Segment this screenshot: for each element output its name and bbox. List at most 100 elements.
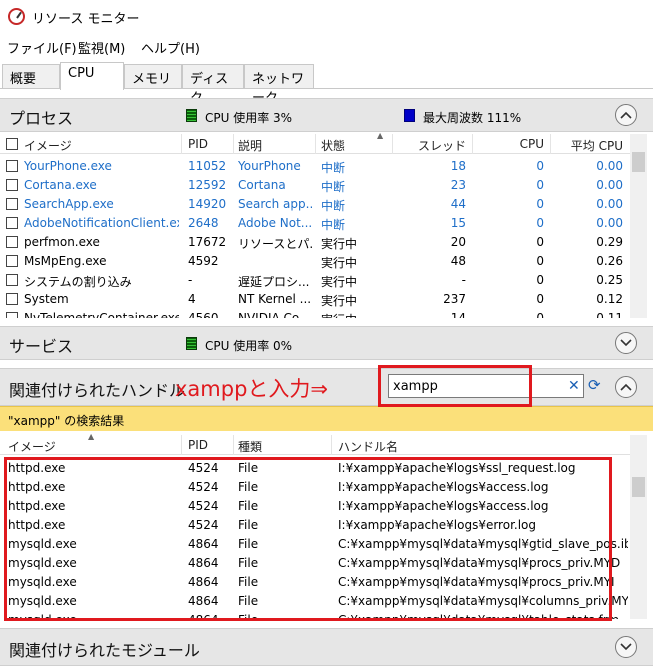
annotation-results-highlight bbox=[4, 457, 612, 621]
cell-threads: 237 bbox=[443, 292, 466, 306]
process-section-title: プロセス bbox=[9, 109, 74, 128]
row-checkbox[interactable] bbox=[6, 274, 18, 286]
menu-file[interactable]: ファイル(F) bbox=[7, 38, 77, 57]
row-checkbox[interactable] bbox=[6, 160, 18, 172]
handles-scrollbar[interactable] bbox=[630, 435, 647, 619]
process-scrollbar[interactable] bbox=[630, 134, 647, 318]
cell-image: MsMpEng.exe bbox=[24, 254, 107, 268]
menu-monitor[interactable]: 監視(M) bbox=[78, 38, 125, 57]
title-bar: リソース モニター bbox=[0, 0, 653, 32]
cell-image: perfmon.exe bbox=[24, 235, 100, 249]
chevron-down-icon[interactable] bbox=[615, 636, 637, 658]
cell-cpu: 0 bbox=[536, 197, 544, 211]
table-row[interactable]: YourPhone.exe 11052 YourPhone 中断 18 0 0.00 bbox=[0, 157, 630, 176]
col-cpu[interactable]: CPU bbox=[478, 137, 544, 151]
col-desc[interactable]: 説明 bbox=[238, 137, 262, 154]
col-separator bbox=[233, 435, 234, 455]
cell-status: 実行中 bbox=[321, 275, 358, 289]
cell-cpu: 0 bbox=[536, 235, 544, 249]
cell-cpu: 0 bbox=[536, 216, 544, 230]
cell-threads: 44 bbox=[450, 197, 466, 211]
cell-image: System bbox=[24, 292, 69, 306]
chevron-down-icon[interactable] bbox=[615, 332, 637, 354]
table-row[interactable]: SearchApp.exe 14920 Search app... 中断 44 0 0.00 bbox=[0, 195, 630, 214]
cell-status: 中断 bbox=[321, 180, 346, 194]
cell-avg: 0.11 bbox=[596, 311, 623, 318]
process-max-frequency: 最大周波数 111% bbox=[423, 111, 522, 125]
modules-section-header[interactable]: 関連付けられたモジュール bbox=[0, 628, 653, 666]
cell-desc: Adobe Not... bbox=[238, 216, 312, 230]
col-handle-pid[interactable]: PID bbox=[188, 438, 208, 452]
cpu-usage-swatch-icon bbox=[186, 337, 197, 350]
table-row[interactable]: AdobeNotificationClient.exe 2648 Adobe Not… bbox=[0, 214, 630, 233]
chevron-up-icon[interactable] bbox=[615, 376, 637, 398]
col-handle-type[interactable]: 種類 bbox=[238, 438, 262, 455]
cell-pid: 14920 bbox=[188, 197, 227, 211]
cell-threads: - bbox=[461, 273, 466, 287]
tab-cpu[interactable]: CPU bbox=[60, 62, 124, 90]
table-row[interactable]: システムの割り込み - 遅延プロシ... 実行中 - 0 0.25 bbox=[0, 271, 630, 290]
handles-scroll-thumb[interactable] bbox=[632, 477, 645, 497]
services-section-header[interactable]: サービス CPU 使用率 0% bbox=[0, 326, 653, 360]
select-all-checkbox[interactable] bbox=[6, 138, 18, 150]
cell-avg: 0.00 bbox=[596, 159, 623, 173]
cell-desc: リソースとパ... bbox=[238, 237, 312, 251]
col-status[interactable]: 状態 bbox=[321, 137, 345, 154]
col-separator bbox=[331, 435, 332, 455]
cell-image: システムの割り込み bbox=[24, 275, 132, 289]
row-checkbox[interactable] bbox=[6, 179, 18, 191]
table-row[interactable]: perfmon.exe 17672 リソースとパ... 実行中 20 0 0.29 bbox=[0, 233, 630, 252]
sort-asc-icon: ▲ bbox=[88, 432, 95, 441]
cell-desc: 遅延プロシ... bbox=[238, 275, 310, 289]
clear-search-icon[interactable]: ✕ bbox=[568, 378, 580, 394]
row-checkbox[interactable] bbox=[6, 312, 18, 318]
row-checkbox[interactable] bbox=[6, 293, 18, 305]
cell-cpu: 0 bbox=[536, 311, 544, 318]
cell-desc: YourPhone bbox=[238, 159, 301, 173]
col-handle-image[interactable]: イメージ bbox=[8, 438, 56, 455]
cell-status: 中断 bbox=[321, 218, 346, 232]
menu-help[interactable]: ヘルプ(H) bbox=[141, 38, 200, 57]
col-image[interactable]: イメージ bbox=[24, 137, 72, 154]
process-section-header[interactable]: プロセス CPU 使用率 3% 最大周波数 111% bbox=[0, 98, 653, 132]
row-checkbox[interactable] bbox=[6, 198, 18, 210]
tab-network[interactable]: ネットワーク bbox=[244, 64, 314, 106]
col-threads[interactable]: スレッド bbox=[400, 137, 466, 154]
refresh-icon[interactable]: ⟳ bbox=[588, 376, 601, 394]
tab-memory[interactable]: メモリ bbox=[124, 64, 182, 88]
col-avg-cpu[interactable]: 平均 CPU bbox=[556, 137, 623, 154]
table-row[interactable]: System 4 NT Kernel ... 実行中 237 0 0.12 bbox=[0, 290, 630, 309]
tab-overview[interactable]: 概要 bbox=[2, 64, 60, 88]
tab-disk[interactable]: ディスク bbox=[182, 64, 244, 106]
table-row[interactable]: Cortana.exe 12592 Cortana 中断 23 0 0.00 bbox=[0, 176, 630, 195]
row-checkbox[interactable] bbox=[6, 236, 18, 248]
col-separator bbox=[472, 134, 473, 154]
modules-section-title: 関連付けられたモジュール bbox=[9, 641, 200, 660]
col-handle-name[interactable]: ハンドル名 bbox=[338, 438, 398, 455]
col-separator bbox=[550, 134, 551, 154]
cell-desc: Cortana bbox=[238, 178, 286, 192]
cell-image: AdobeNotificationClient.exe bbox=[24, 216, 179, 230]
table-row[interactable]: NvTelemetryContainer.exe 4560 NVIDIA Co...… bbox=[0, 309, 630, 318]
table-row[interactable]: MsMpEng.exe 4592 実行中 48 0 0.26 bbox=[0, 252, 630, 271]
sort-desc-icon: ▲ bbox=[377, 131, 384, 140]
cell-status: 実行中 bbox=[321, 256, 358, 270]
search-results-bar: "xampp" の検索結果 bbox=[0, 406, 653, 431]
search-results-label: "xampp" の検索結果 bbox=[8, 414, 125, 428]
chevron-up-icon[interactable] bbox=[615, 104, 637, 126]
row-checkbox[interactable] bbox=[6, 255, 18, 267]
services-section-title: サービス bbox=[9, 337, 74, 356]
cell-threads: 15 bbox=[450, 216, 466, 230]
process-scroll-thumb[interactable] bbox=[632, 152, 645, 172]
process-cpu-usage: CPU 使用率 3% bbox=[205, 111, 293, 125]
cell-pid: 2648 bbox=[188, 216, 219, 230]
menu-bar: ファイル(F) 監視(M) ヘルプ(H) bbox=[0, 36, 653, 58]
process-table-header: イメージ PID 説明 状態 ▲ スレッド CPU 平均 CPU bbox=[0, 131, 630, 154]
row-checkbox[interactable] bbox=[6, 217, 18, 229]
cell-image: Cortana.exe bbox=[24, 178, 97, 192]
col-pid[interactable]: PID bbox=[188, 137, 208, 151]
cell-image: SearchApp.exe bbox=[24, 197, 114, 211]
cell-cpu: 0 bbox=[536, 159, 544, 173]
cpu-usage-swatch-icon bbox=[186, 109, 197, 122]
cell-desc: NVIDIA Co... bbox=[238, 311, 311, 318]
